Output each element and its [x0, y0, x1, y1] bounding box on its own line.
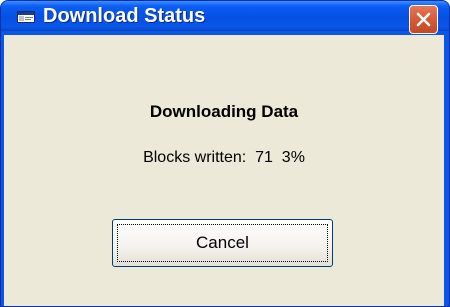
dialog-body: Downloading Data Blocks written: 71 3% C… — [4, 35, 444, 306]
blocks-written-label: Blocks written: — [143, 149, 247, 166]
blocks-written-count: 71 — [255, 149, 273, 166]
cancel-button[interactable]: Cancel — [112, 219, 333, 267]
download-status-window: Download Status Downloading Data Blocks … — [0, 0, 450, 307]
close-button[interactable] — [409, 5, 438, 34]
app-window-icon — [17, 10, 35, 23]
window-title: Download Status — [43, 5, 206, 27]
title-bar[interactable]: Download Status — [1, 1, 449, 34]
progress-status-line: Blocks written: 71 3% — [4, 148, 444, 168]
progress-percent: 3% — [281, 149, 305, 166]
status-heading: Downloading Data — [149, 102, 299, 121]
cancel-button-label: Cancel — [196, 233, 249, 252]
